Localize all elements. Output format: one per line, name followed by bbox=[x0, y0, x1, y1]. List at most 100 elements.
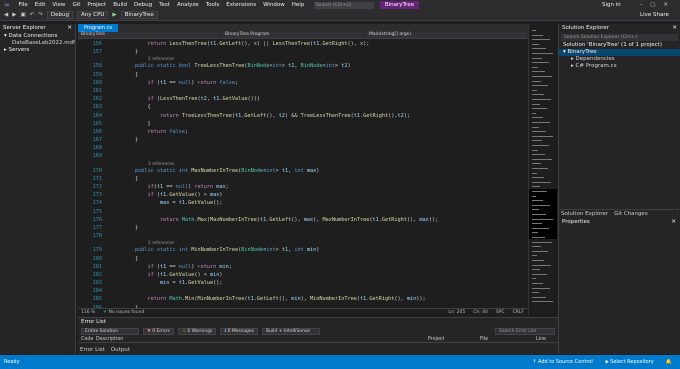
code-line[interactable]: 178 bbox=[78, 232, 528, 240]
code-line[interactable]: 172 if(t1 == null) return max; bbox=[78, 183, 528, 191]
menu-item-window[interactable]: Window bbox=[260, 2, 289, 8]
live-share-button[interactable]: Live Share bbox=[640, 12, 669, 18]
undo-icon[interactable]: ↶ bbox=[30, 12, 35, 18]
col-file[interactable]: File bbox=[480, 337, 536, 342]
config-dropdown[interactable]: Debug bbox=[46, 11, 73, 19]
col-line[interactable]: Line bbox=[536, 337, 546, 342]
code-line[interactable]: 181 if (t1 == null) return min; bbox=[78, 263, 528, 271]
nav-class-dropdown[interactable]: BinaryTree.Program bbox=[222, 32, 362, 38]
search-box[interactable]: Search (Ctrl+Q) bbox=[313, 1, 374, 9]
minimap-line bbox=[532, 131, 546, 133]
redo-icon[interactable]: ↷ bbox=[38, 12, 43, 18]
menu-item-help[interactable]: Help bbox=[288, 2, 308, 8]
code-line[interactable]: 176 return Math.Max(MaxNumberInTree(t1.G… bbox=[78, 216, 528, 224]
code-line[interactable]: 170 public static int MaxNumberInTree(Bi… bbox=[78, 167, 528, 175]
messages-filter-button[interactable]: ℹ 0 Messages bbox=[220, 328, 258, 335]
code-line[interactable]: 168 bbox=[78, 144, 528, 152]
window-controls[interactable]: –▢✕ bbox=[639, 2, 676, 8]
code-line[interactable]: 171 { bbox=[78, 175, 528, 183]
code-line[interactable]: 162 if (LessThenTree(t2, t1.GetValue())) bbox=[78, 95, 528, 103]
line-number: 170 bbox=[92, 167, 102, 174]
tab-git-changes[interactable]: Git Changes bbox=[614, 210, 648, 217]
source-control-button[interactable]: ↑ Add to Source Control bbox=[532, 359, 593, 365]
tab-solution-explorer[interactable]: Solution Explorer bbox=[561, 210, 608, 217]
nav-project-dropdown[interactable]: BinaryTree bbox=[78, 32, 218, 38]
code-line[interactable]: 185 return Math.Min(MinNumberInTree(t1.G… bbox=[78, 295, 528, 303]
sign-in-link[interactable]: Sign in bbox=[602, 2, 621, 8]
minimap[interactable] bbox=[528, 24, 557, 316]
code-line[interactable]: 166 return false; bbox=[78, 128, 528, 136]
menu-item-debug[interactable]: Debug bbox=[131, 2, 156, 8]
code-line[interactable]: 174 max = t1.GetValue(); bbox=[78, 199, 528, 207]
zoom-level[interactable]: 116 % bbox=[81, 310, 95, 315]
code-line[interactable]: 156 return LessThenTree(t1.GetLeft(), x)… bbox=[78, 40, 528, 48]
close-icon[interactable]: ✕ bbox=[67, 24, 72, 33]
code-line[interactable]: 169 bbox=[78, 152, 528, 160]
solution-search-input[interactable]: Search Solution Explorer (Ctrl+;) bbox=[561, 34, 678, 41]
menu-item-file[interactable]: File bbox=[15, 2, 31, 8]
tab-output[interactable]: Output bbox=[111, 347, 130, 354]
close-icon[interactable]: ✕ bbox=[671, 218, 676, 227]
menu-item-tools[interactable]: Tools bbox=[202, 2, 223, 8]
code-line[interactable]: 182 if (t1.GetValue() < min) bbox=[78, 271, 528, 279]
error-list-panel: Error List Entire Solution ✖ 0 Errors ⚠ … bbox=[78, 317, 558, 354]
line-number: 169 bbox=[92, 153, 102, 160]
forward-icon[interactable]: ▶ bbox=[12, 12, 16, 18]
tree-item-database[interactable]: DataBaseLab2022.mdf bbox=[0, 40, 75, 47]
col-project[interactable]: Project bbox=[428, 337, 480, 342]
run-target-button[interactable]: BinaryTree bbox=[120, 11, 158, 19]
scope-dropdown[interactable]: Entire Solution bbox=[81, 328, 139, 335]
menu-item-edit[interactable]: Edit bbox=[31, 2, 49, 8]
code-area[interactable]: 156 return LessThenTree(t1.GetLeft(), x)… bbox=[78, 40, 528, 308]
close-icon[interactable]: ✕ bbox=[672, 24, 677, 33]
code-line[interactable]: 165 } bbox=[78, 120, 528, 128]
code-line[interactable]: 183 min = t1.GetValue(); bbox=[78, 279, 528, 287]
platform-dropdown[interactable]: Any CPU bbox=[76, 11, 109, 19]
minimap-line bbox=[532, 246, 541, 248]
nav-member-dropdown[interactable]: Main(string[] args) bbox=[366, 32, 526, 38]
warnings-filter-button[interactable]: ⚠ 0 Warnings bbox=[177, 328, 217, 335]
tab-program-cs[interactable]: Program.cs bbox=[78, 24, 119, 32]
error-search-input[interactable]: Search Error List bbox=[495, 328, 555, 335]
issues-indicator[interactable]: ✔ No issues found bbox=[103, 310, 144, 315]
menu-item-test[interactable]: Test bbox=[156, 2, 174, 8]
minimap-line bbox=[532, 177, 544, 179]
code-line[interactable]: 160 if (t1 == null) return false; bbox=[78, 79, 528, 87]
code-line[interactable]: 163 { bbox=[78, 103, 528, 111]
save-icon[interactable]: ▣ bbox=[20, 12, 25, 18]
notifications-icon[interactable]: 🔔 bbox=[666, 359, 672, 365]
tree-item-servers[interactable]: ▸ Servers bbox=[0, 47, 75, 54]
code-line[interactable]: 179 public static int MinNumberInTree(Bi… bbox=[78, 246, 528, 254]
build-filter-dropdown[interactable]: Build + IntelliSense bbox=[261, 328, 320, 335]
code-line[interactable]: 177 } bbox=[78, 224, 528, 232]
tree-item-program-cs[interactable]: ▸ C# Program.cs bbox=[559, 63, 680, 70]
col-description[interactable]: Description bbox=[96, 337, 428, 342]
code-line[interactable]: 158 public static bool TreeLessThenTree(… bbox=[78, 62, 528, 70]
code-line[interactable]: 161 bbox=[78, 87, 528, 95]
code-line[interactable]: 180 { bbox=[78, 255, 528, 263]
code-line[interactable]: 167 } bbox=[78, 136, 528, 144]
back-icon[interactable]: ◀ bbox=[4, 12, 8, 18]
code-line[interactable]: 159 { bbox=[78, 71, 528, 79]
menu-item-extensions[interactable]: Extensions bbox=[223, 2, 260, 8]
code-line[interactable]: 164 return TreeLessThenTree(t1.GetLeft()… bbox=[78, 112, 528, 120]
menu-item-build[interactable]: Build bbox=[110, 2, 131, 8]
tree-item-dependencies[interactable]: ▸ Dependencies bbox=[559, 56, 680, 63]
menu-item-view[interactable]: View bbox=[49, 2, 69, 8]
errors-filter-button[interactable]: ✖ 0 Errors bbox=[143, 328, 174, 335]
menu-item-analyze[interactable]: Analyze bbox=[173, 2, 202, 8]
tree-item-solution[interactable]: Solution 'BinaryTree' (1 of 1 project) bbox=[559, 42, 680, 49]
tab-error-list[interactable]: Error List bbox=[80, 347, 105, 354]
run-icon[interactable]: ▶ bbox=[112, 12, 116, 18]
col-code[interactable]: Code bbox=[78, 337, 96, 342]
repository-button[interactable]: ◈ Select Repository bbox=[605, 359, 654, 365]
code-line[interactable]: 173 if (t1.GetValue() > max) bbox=[78, 191, 528, 199]
menu-item-project[interactable]: Project bbox=[84, 2, 110, 8]
menu-item-git[interactable]: Git bbox=[69, 2, 84, 8]
code-line[interactable]: 157 } bbox=[78, 48, 528, 56]
tree-item-project[interactable]: ▾ BinaryTree bbox=[559, 49, 680, 56]
code-line[interactable]: 184 bbox=[78, 287, 528, 295]
code-line[interactable]: 175 bbox=[78, 208, 528, 216]
code-text: if (t1 == null) return false; bbox=[147, 79, 239, 86]
tree-item-data-connections[interactable]: ▾ Data Connections bbox=[0, 33, 75, 40]
